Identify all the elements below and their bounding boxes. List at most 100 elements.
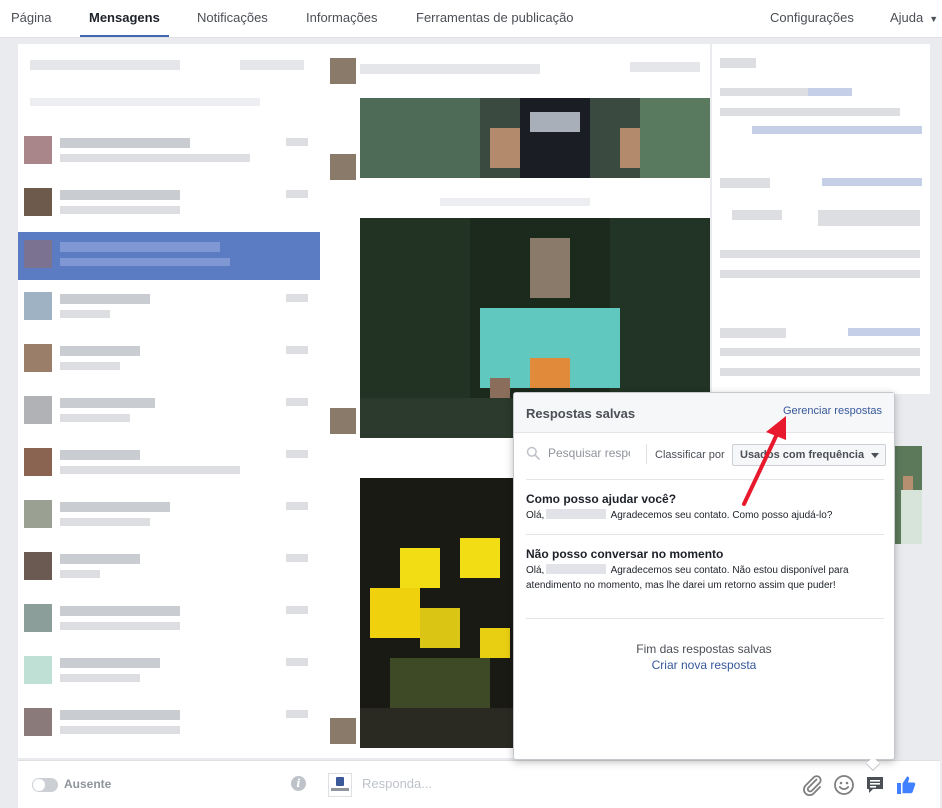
search-replies-input[interactable] [548,444,630,462]
details-placeholder [818,210,920,226]
saved-reply-body: Olá, Agradecemos seu contato. Como posso… [526,508,876,523]
page-logo [328,773,352,797]
reply-text: Agradecemos seu contato. Como posso ajud… [610,510,833,521]
list-header-placeholder [30,60,180,70]
popup-header: Respostas salvas Gerenciar respostas [514,393,894,433]
help-menu[interactable]: Ajuda ▼ [890,0,938,37]
avatar [24,552,52,580]
tab-ferramentas-de-publicacao[interactable]: Ferramentas de publicação [416,0,574,37]
conversation-name-placeholder [60,294,150,304]
conversation-time-placeholder [286,502,308,510]
list-item[interactable] [18,596,320,644]
list-item-selected[interactable] [18,232,320,280]
attachment-icon[interactable] [800,773,824,797]
away-toggle[interactable] [32,778,58,792]
like-thumb-icon[interactable] [894,773,918,797]
conversation-name-placeholder [60,138,190,148]
conversation-time-placeholder [286,138,308,146]
conversation-time-placeholder [286,190,308,198]
details-placeholder [720,348,920,356]
tab-informacoes[interactable]: Informações [306,0,378,37]
avatar [24,396,52,424]
details-link-placeholder [822,178,922,186]
search-sort-row: Classificar por Usados com frequência [514,433,894,473]
avatar [24,188,52,216]
caret-down-icon: ▼ [929,14,939,24]
saved-reply-title: Não posso conversar no momento [526,547,724,561]
tab-pagina[interactable]: Página [11,0,51,37]
saved-reply-item[interactable]: Como posso ajudar você? Olá, Agradecemos… [514,492,894,526]
list-item[interactable] [18,700,320,748]
saved-reply-item[interactable]: Não posso conversar no momento Olá, Agra… [514,547,894,613]
list-header-placeholder [240,60,304,70]
availability-bar: Ausente i [18,760,320,808]
conversation-snippet-placeholder [60,622,180,630]
conversation-snippet-placeholder [60,518,150,526]
saved-reply-title: Como posso ajudar você? [526,492,677,506]
reply-greeting: Olá, [526,565,545,576]
create-reply-link[interactable]: Criar nova resposta [514,658,894,672]
tab-notificacoes[interactable]: Notificações [197,0,268,37]
conversation-snippet-placeholder [60,570,100,578]
conversation-name-placeholder [60,242,220,252]
details-placeholder [720,328,786,338]
emoji-icon[interactable] [832,773,856,797]
details-placeholder [720,58,756,68]
details-placeholder [720,270,920,278]
settings-link[interactable]: Configurações [770,0,854,37]
divider [646,444,647,464]
conversation-snippet-placeholder [60,310,110,318]
sort-label: Classificar por [655,449,725,461]
avatar [24,240,52,268]
saved-replies-popup: Respostas salvas Gerenciar respostas Cla… [513,392,895,772]
list-item[interactable] [18,492,320,540]
list-item[interactable] [18,180,320,228]
details-placeholder [720,108,900,116]
conversation-snippet-placeholder [60,466,240,474]
conversation-time-placeholder [286,710,308,718]
divider [526,618,884,619]
conversation-name-placeholder [60,710,180,720]
tab-mensagens[interactable]: Mensagens [80,0,169,37]
shared-photo[interactable] [360,98,710,178]
conversation-details [712,44,930,394]
list-item[interactable] [18,336,320,384]
info-icon[interactable]: i [291,776,306,791]
logo-text-placeholder [331,788,349,791]
list-item[interactable] [18,544,320,592]
conversation-time-placeholder [286,294,308,302]
details-placeholder [720,178,770,188]
annotation-arrow-icon [742,416,786,506]
message-composer: Responda... [320,760,940,808]
details-placeholder [720,250,920,258]
details-link-placeholder [848,328,920,336]
avatar [24,656,52,684]
details-link-placeholder [752,126,922,134]
away-status-label: Ausente [64,777,112,791]
list-item[interactable] [18,648,320,696]
conversation-time-placeholder [286,450,308,458]
list-item[interactable] [18,388,320,436]
shared-photo-partial [895,446,922,544]
list-item[interactable] [18,284,320,332]
popup-title: Respostas salvas [526,406,636,421]
saved-replies-icon[interactable] [863,773,887,797]
avatar [330,718,356,744]
photo-partial-pixelated [895,446,922,544]
conversation-time-placeholder [286,398,308,406]
conversation-name-placeholder [60,606,180,616]
conversation-time-placeholder [286,346,308,354]
conversation-snippet-placeholder [60,258,230,266]
list-filter-placeholder [30,98,260,106]
facebook-logo-icon [336,777,344,786]
avatar [24,136,52,164]
conversation-name-placeholder [60,450,140,460]
conversation-snippet-placeholder [60,726,180,734]
avatar [24,292,52,320]
list-item[interactable] [18,128,320,176]
details-placeholder [720,88,810,96]
conversation-snippet-placeholder [60,674,140,682]
conversation-snippet-placeholder [60,414,130,422]
list-item[interactable] [18,440,320,488]
reply-input[interactable]: Responda... [362,776,432,791]
